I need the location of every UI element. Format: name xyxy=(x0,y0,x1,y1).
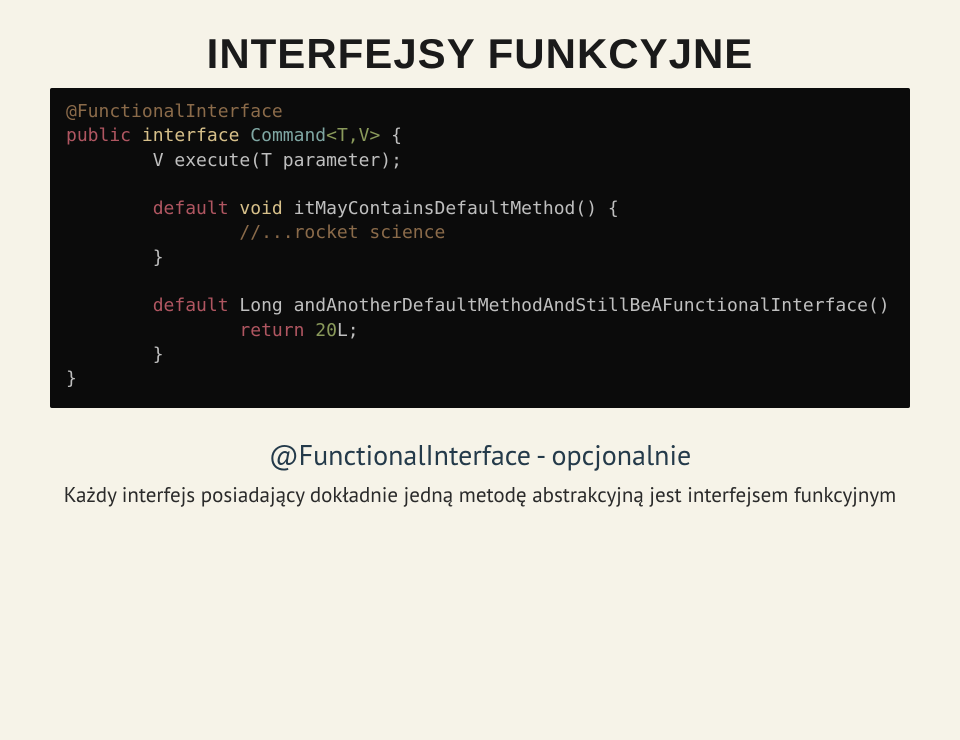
code-text: Long andAnotherDefaultMethodAndStillBeAF… xyxy=(229,295,890,316)
code-comment: //...rocket science xyxy=(239,222,445,243)
code-text: } xyxy=(66,368,77,389)
code-number: 20 xyxy=(315,320,337,341)
code-keyword: public xyxy=(66,125,131,146)
code-text: itMayContainsDefaultMethod() { xyxy=(283,198,619,219)
slide-subtitle: @FunctionalInterface - opcjonalnie xyxy=(50,436,910,473)
code-block: @FunctionalInterface public interface Co… xyxy=(50,88,910,408)
code-text xyxy=(229,198,240,219)
code-annotation: @FunctionalInterface xyxy=(66,101,283,122)
slide: INTERFEJSY FUNKCYJNE @FunctionalInterfac… xyxy=(0,0,960,740)
code-text xyxy=(66,320,239,341)
code-keyword: return xyxy=(239,320,304,341)
slide-body-text: Każdy interfejs posiadający dokładnie je… xyxy=(50,481,910,508)
slide-title: INTERFEJSY FUNKCYJNE xyxy=(50,30,910,78)
code-text: L; xyxy=(337,320,359,341)
code-text xyxy=(66,295,153,316)
code-generic: <T,V> xyxy=(326,125,380,146)
code-keyword: interface xyxy=(142,125,240,146)
code-keyword: default xyxy=(153,198,229,219)
code-text xyxy=(66,222,239,243)
code-text xyxy=(66,198,153,219)
code-text: } xyxy=(66,247,164,268)
code-text: } xyxy=(66,344,164,365)
code-text xyxy=(304,320,315,341)
code-text: V execute(T parameter); xyxy=(66,150,402,171)
code-keyword: default xyxy=(153,295,229,316)
code-identifier: Command xyxy=(250,125,326,146)
code-keyword: void xyxy=(239,198,282,219)
code-text: { xyxy=(380,125,402,146)
